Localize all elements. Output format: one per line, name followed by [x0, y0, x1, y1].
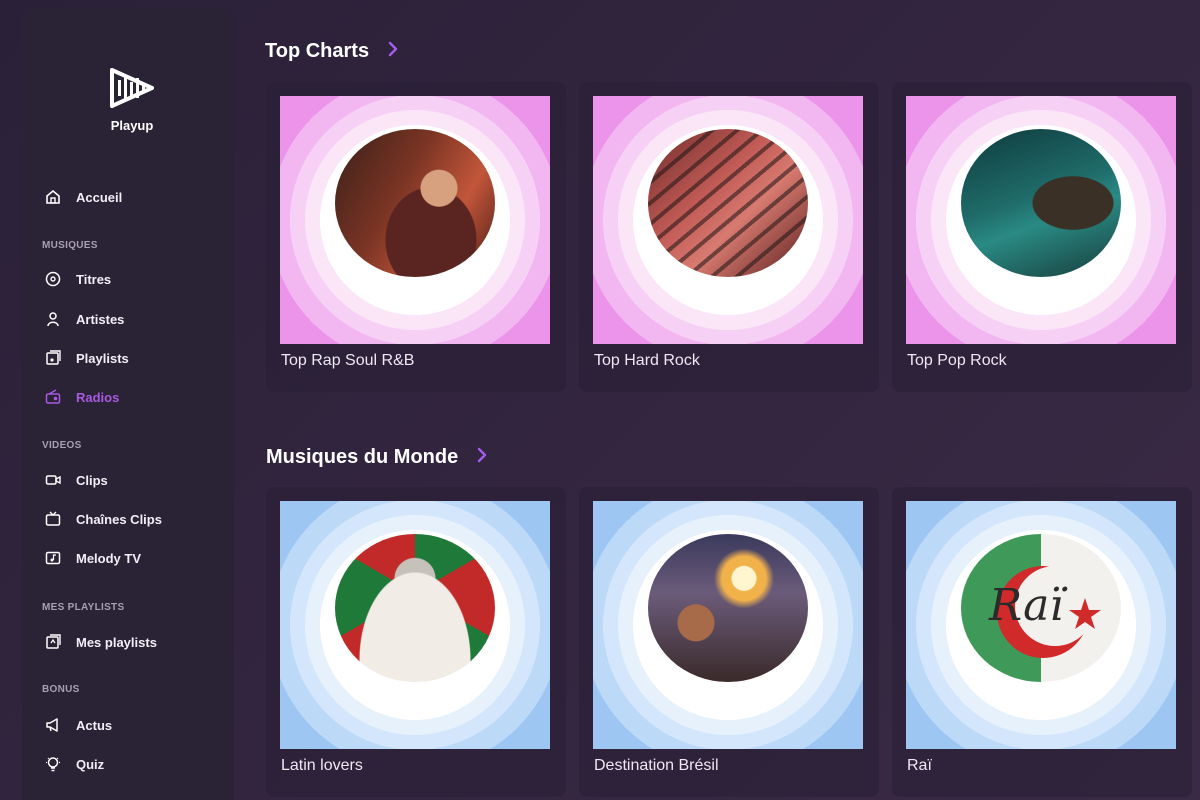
sidebar-item-mes-playlists[interactable]: Mes playlists — [44, 633, 157, 651]
card-cover[interactable]: Raï — [906, 501, 1176, 749]
sidebar-item-label: Quiz — [76, 756, 105, 772]
playlist-card-rai[interactable]: Raï Raï — [892, 487, 1192, 797]
nav-heading-videos: VIDEOS — [42, 440, 82, 451]
sidebar-item-radios[interactable]: Radios — [44, 388, 119, 406]
section-title-text: Musiques du Monde — [266, 446, 459, 468]
chevron-right-icon[interactable] — [387, 40, 399, 63]
card-cover[interactable] — [593, 501, 863, 749]
card-label[interactable]: Top Pop Rock — [907, 352, 1007, 370]
algerian-flag-photo: Raï — [961, 534, 1121, 682]
sombrero-photo — [335, 534, 495, 682]
chevron-right-icon[interactable] — [476, 446, 488, 469]
card-cover[interactable] — [593, 96, 863, 344]
playlist-card-top-pop-rock[interactable]: Top Pop Rock — [892, 82, 1192, 392]
sidebar-item-label: Artistes — [76, 311, 125, 327]
card-label[interactable]: Raï — [907, 757, 932, 775]
brand-name: Playup — [110, 118, 154, 133]
card-cover[interactable] — [906, 96, 1176, 344]
rai-cover-text: Raï — [989, 580, 1064, 631]
logo-icon — [110, 68, 154, 108]
sidebar-item-chaines-clips[interactable]: Chaînes Clips — [44, 510, 162, 528]
playlist-card-top-rap-soul-rnb[interactable]: Top Rap Soul R&B — [266, 82, 566, 392]
sidebar-item-label: Chaînes Clips — [76, 511, 162, 527]
section-title-musiques-du-monde[interactable]: Musiques du Monde — [266, 446, 488, 469]
playlist-card-destination-bresil[interactable]: Destination Brésil — [579, 487, 879, 797]
card-cover[interactable] — [280, 501, 550, 749]
my-playlist-icon — [44, 633, 62, 651]
sidebar-item-quiz[interactable]: Quiz — [44, 755, 104, 773]
sidebar-item-label: Titres — [76, 271, 112, 287]
playlist-card-top-hard-rock[interactable]: Top Hard Rock — [579, 82, 879, 392]
sidebar-item-accueil[interactable]: Accueil — [44, 188, 122, 206]
sidebar-item-label: Clips — [76, 472, 108, 488]
disc-icon — [44, 270, 62, 288]
sidebar-item-melody-tv[interactable]: Melody TV — [44, 549, 141, 567]
sidebar-item-label: Mes playlists — [76, 634, 157, 650]
sidebar-item-titres[interactable]: Titres — [44, 270, 111, 288]
sidebar-item-actus[interactable]: Actus — [44, 716, 112, 734]
sidebar-item-label: Radios — [76, 389, 120, 405]
carnival-photo — [648, 534, 808, 682]
card-cover[interactable] — [280, 96, 550, 344]
tv-icon — [44, 510, 62, 528]
camera-icon — [44, 471, 62, 489]
bulb-icon — [44, 755, 62, 773]
playup-logo[interactable]: Playup — [102, 66, 162, 133]
singer-photo — [961, 129, 1121, 277]
playlist-card-latin-lovers[interactable]: Latin lovers — [266, 487, 566, 797]
artist-photo — [335, 129, 495, 277]
card-label[interactable]: Latin lovers — [281, 757, 363, 775]
nav-heading-mes-playlists: MES PLAYLISTS — [42, 602, 125, 613]
sidebar-item-label: Accueil — [76, 189, 123, 205]
section-title-top-charts[interactable]: Top Charts — [265, 40, 399, 63]
sidebar-item-label: Playlists — [76, 350, 129, 366]
melody-tv-icon — [44, 549, 62, 567]
nav-heading-bonus: BONUS — [42, 684, 80, 695]
radio-icon — [44, 388, 62, 406]
sidebar-item-label: Actus — [76, 717, 113, 733]
sidebar-item-artistes[interactable]: Artistes — [44, 310, 124, 328]
card-label[interactable]: Destination Brésil — [594, 757, 719, 775]
home-icon — [44, 188, 62, 206]
nav-heading-musiques: MUSIQUES — [42, 240, 98, 251]
sidebar: Playup Accueil MUSIQUES Titres Artistes … — [22, 8, 234, 800]
card-label[interactable]: Top Rap Soul R&B — [281, 352, 414, 370]
person-icon — [44, 310, 62, 328]
card-label[interactable]: Top Hard Rock — [594, 352, 700, 370]
sidebar-item-playlists[interactable]: Playlists — [44, 349, 129, 367]
megaphone-icon — [44, 716, 62, 734]
sidebar-item-label: Melody TV — [76, 550, 142, 566]
sidebar-item-clips[interactable]: Clips — [44, 471, 108, 489]
section-title-text: Top Charts — [265, 40, 370, 62]
guitar-photo — [648, 129, 808, 277]
playlist-icon — [44, 349, 62, 367]
